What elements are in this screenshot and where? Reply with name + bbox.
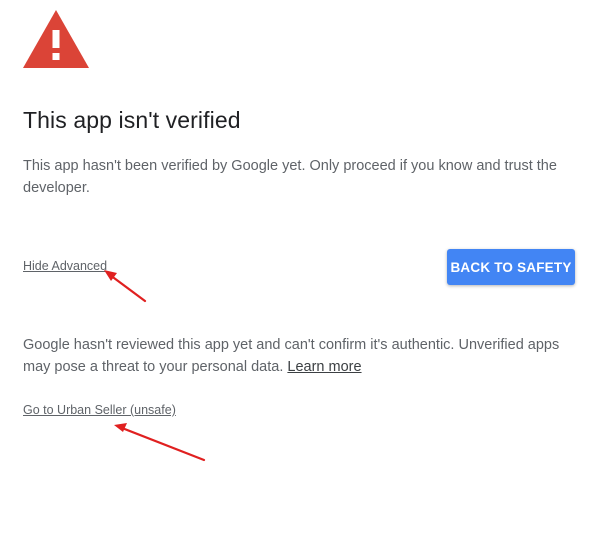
annotation-arrow-hide-advanced (104, 270, 147, 303)
page-title: This app isn't verified (23, 107, 241, 133)
back-to-safety-button[interactable]: BACK TO SAFETY (447, 249, 575, 285)
annotation-arrow-proceed (114, 423, 206, 462)
learn-more-link[interactable]: Learn more (287, 359, 361, 375)
warning-triangle-icon (23, 10, 89, 68)
advanced-details: Google hasn't reviewed this app yet and … (23, 334, 583, 378)
description-text: This app hasn't been verified by Google … (23, 158, 557, 196)
unverified-app-page: This app isn't verified This app hasn't … (0, 0, 597, 547)
proceed-unsafe-link[interactable]: Go to Urban Seller (unsafe) (23, 403, 176, 417)
hide-advanced-link[interactable]: Hide Advanced (23, 259, 107, 273)
